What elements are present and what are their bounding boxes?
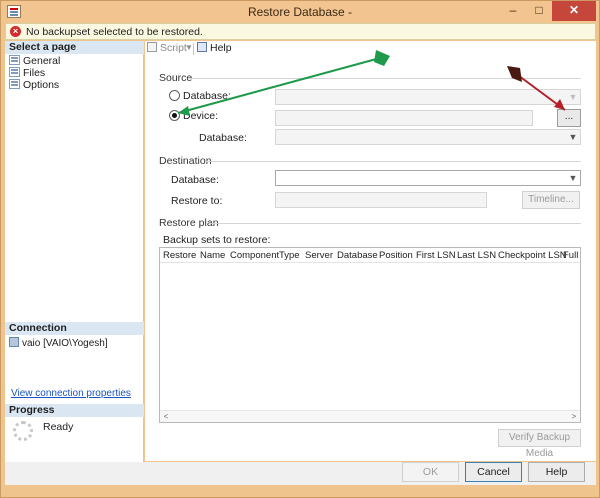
column-component[interactable]: Component bbox=[230, 250, 279, 261]
help-toolbar-button[interactable]: Help bbox=[197, 42, 232, 54]
help-button[interactable]: Help bbox=[528, 462, 585, 482]
connection-header: Connection bbox=[5, 322, 144, 335]
source-header: Source bbox=[159, 72, 193, 84]
grid-header: Restore Name Component Type Server Datab… bbox=[160, 248, 580, 263]
column-checkpoint-lsn[interactable]: Checkpoint LSN bbox=[498, 250, 567, 261]
progress-header: Progress bbox=[5, 404, 144, 417]
maximize-button[interactable]: □ bbox=[526, 1, 552, 21]
message-text: No backupset selected to be restored. bbox=[26, 26, 203, 38]
database-radio-label: Database: bbox=[183, 90, 231, 102]
script-button[interactable]: Script bbox=[147, 42, 187, 54]
destination-database-label: Database: bbox=[171, 174, 219, 186]
timeline-button[interactable]: Timeline... bbox=[522, 191, 580, 209]
cancel-button[interactable]: Cancel bbox=[465, 462, 522, 482]
device-database-label: Database: bbox=[199, 132, 247, 144]
close-button[interactable]: ✕ bbox=[552, 1, 596, 21]
restore-database-window: Restore Database - – □ ✕ × No backupset … bbox=[0, 0, 600, 498]
help-icon bbox=[197, 42, 207, 52]
device-path-field[interactable] bbox=[275, 110, 533, 126]
destination-header: Destination bbox=[159, 155, 212, 167]
device-database-combo[interactable]: ▼ bbox=[275, 129, 581, 145]
title-bar[interactable]: Restore Database - – □ ✕ bbox=[1, 1, 599, 23]
column-first-lsn[interactable]: First LSN bbox=[416, 250, 456, 261]
restore-to-label: Restore to: bbox=[171, 195, 223, 207]
verify-backup-media-button[interactable]: Verify Backup Media bbox=[498, 429, 581, 459]
scroll-left-icon[interactable]: < bbox=[160, 411, 172, 422]
device-radio[interactable] bbox=[169, 110, 180, 121]
chevron-down-icon: ▼ bbox=[568, 173, 578, 183]
page-icon bbox=[9, 79, 20, 89]
column-database[interactable]: Database bbox=[337, 250, 378, 261]
script-icon bbox=[147, 42, 157, 52]
select-page-header: Select a page bbox=[5, 41, 144, 54]
progress-spinner-icon bbox=[13, 421, 33, 441]
chevron-down-icon: ▼ bbox=[568, 92, 578, 102]
view-connection-properties-link[interactable]: View connection properties bbox=[11, 388, 131, 399]
toolbar-divider bbox=[193, 43, 194, 55]
device-radio-label: Device: bbox=[183, 110, 219, 122]
restore-plan-divider bbox=[209, 223, 581, 224]
column-position[interactable]: Position bbox=[379, 250, 413, 261]
column-server[interactable]: Server bbox=[305, 250, 333, 261]
error-icon: × bbox=[10, 26, 21, 37]
dialog-footer: OK Cancel Help bbox=[5, 462, 596, 485]
backup-sets-label: Backup sets to restore: bbox=[163, 234, 271, 246]
column-type[interactable]: Type bbox=[279, 250, 300, 261]
left-panel: Select a page General Files Options Conn… bbox=[5, 41, 144, 485]
page-icon bbox=[9, 55, 20, 65]
browse-device-button[interactable]: ... bbox=[557, 109, 581, 127]
chevron-down-icon: ▼ bbox=[568, 132, 578, 142]
backup-sets-grid[interactable]: Restore Name Component Type Server Datab… bbox=[159, 247, 581, 423]
destination-divider bbox=[205, 161, 581, 162]
column-full-lsn[interactable]: Full LSN bbox=[563, 250, 580, 261]
source-database-combo[interactable]: ▼ bbox=[275, 89, 581, 105]
column-last-lsn[interactable]: Last LSN bbox=[457, 250, 496, 261]
progress-status: Ready bbox=[43, 421, 74, 433]
scroll-right-icon[interactable]: > bbox=[568, 411, 580, 422]
column-name[interactable]: Name bbox=[200, 250, 225, 261]
right-panel: Script ▼ Help Source Database: ▼ Device:… bbox=[145, 41, 596, 461]
page-item-general[interactable]: General bbox=[9, 55, 60, 67]
server-connection-icon bbox=[9, 337, 19, 347]
page-item-files[interactable]: Files bbox=[9, 67, 45, 79]
column-restore[interactable]: Restore bbox=[163, 250, 196, 261]
page-item-options[interactable]: Options bbox=[9, 79, 59, 91]
restore-to-field[interactable] bbox=[275, 192, 487, 208]
page-icon bbox=[9, 67, 20, 77]
ok-button[interactable]: OK bbox=[402, 462, 459, 482]
database-radio[interactable] bbox=[169, 90, 180, 101]
source-divider bbox=[191, 78, 581, 79]
script-dropdown-icon[interactable]: ▼ bbox=[185, 43, 193, 52]
grid-horizontal-scrollbar[interactable]: < > bbox=[160, 410, 580, 422]
toolbar: Script ▼ Help bbox=[145, 41, 596, 57]
message-bar: × No backupset selected to be restored. bbox=[5, 23, 596, 40]
minimize-button[interactable]: – bbox=[500, 1, 526, 21]
destination-database-combo[interactable]: ▼ bbox=[275, 170, 581, 186]
connection-item: vaio [VAIO\Yogesh] bbox=[9, 337, 108, 349]
